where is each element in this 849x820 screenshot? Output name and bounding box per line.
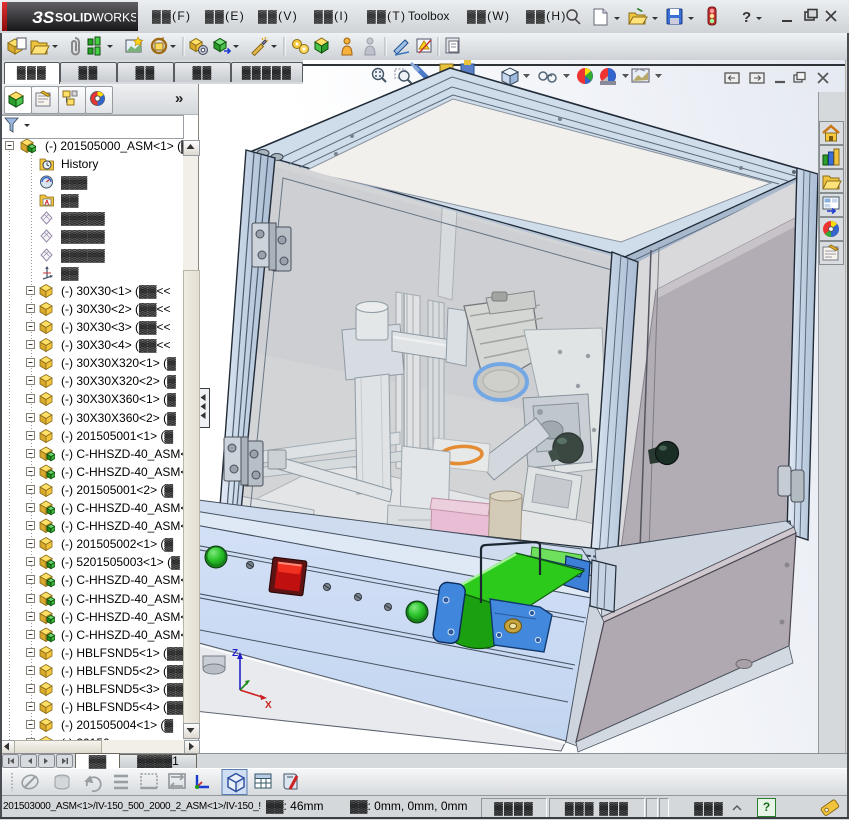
svg-text:ЗS: ЗS — [32, 8, 55, 27]
svg-text:SOLIDWORKS: SOLIDWORKS — [55, 11, 136, 25]
svg-text:?: ? — [742, 9, 751, 26]
svg-text:Z: Z — [232, 648, 238, 659]
svg-text:X: X — [265, 700, 272, 711]
